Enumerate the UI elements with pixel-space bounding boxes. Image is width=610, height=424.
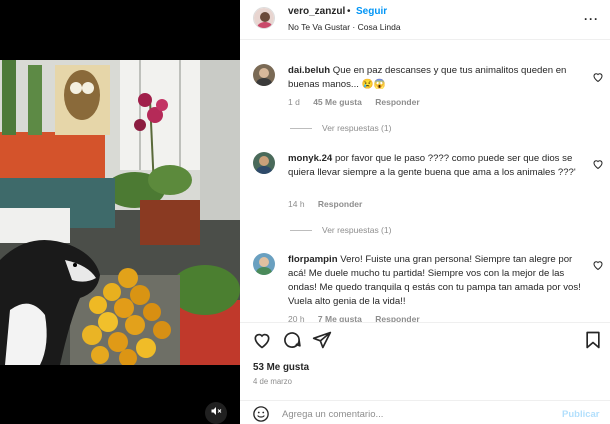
comment-like-icon[interactable]	[592, 157, 604, 170]
author-avatar[interactable]	[253, 7, 275, 29]
audio-track-link[interactable]: No Te Va Gustar · Cosa Linda	[288, 22, 401, 32]
post-date: 4 de marzo	[253, 377, 293, 386]
likes-count[interactable]: 53 Me gusta	[253, 362, 309, 373]
post-panel: vero_zanzul • Seguir No Te Va Gustar · C…	[240, 0, 610, 424]
publish-button[interactable]: Publicar	[562, 409, 600, 420]
video-frame-illustration	[0, 60, 240, 365]
comment-body: dai.beluh Que en paz descanses y que tus…	[288, 64, 588, 92]
mute-button[interactable]	[205, 402, 227, 424]
reply-button[interactable]: Responder	[318, 199, 362, 209]
commenter-username[interactable]: dai.beluh	[288, 65, 330, 76]
comment-meta: 14 h Responder	[288, 199, 373, 209]
speaker-muted-icon	[210, 404, 222, 422]
bookmark-icon[interactable]	[583, 330, 603, 350]
commenter-username[interactable]: monyk.24	[288, 153, 332, 164]
comment-body: monyk.24 por favor que le paso ???? como…	[288, 152, 588, 180]
comment-likes[interactable]: 7 Me gusta	[318, 314, 362, 322]
more-options-icon[interactable]: ···	[584, 12, 599, 26]
send-icon[interactable]	[312, 330, 332, 350]
comment-time: 14 h	[288, 199, 305, 209]
comment-meta: 1 d 45 Me gusta Responder	[288, 97, 431, 107]
comment-icon[interactable]	[282, 330, 302, 350]
comment-time: 1 d	[288, 97, 300, 107]
view-replies-button[interactable]: Ver respuestas (1)	[290, 123, 391, 133]
post-media[interactable]	[0, 0, 240, 424]
follow-button[interactable]: Seguir	[356, 6, 387, 17]
post-header: vero_zanzul • Seguir No Te Va Gustar · C…	[240, 0, 610, 40]
view-replies-label: Ver respuestas (1)	[322, 123, 392, 133]
comment-bar: Publicar	[240, 400, 610, 424]
view-replies-button[interactable]: Ver respuestas (1)	[290, 225, 391, 235]
comment-meta: 20 h 7 Me gusta Responder	[288, 314, 431, 322]
emoji-icon[interactable]	[252, 405, 270, 423]
comment-time: 20 h	[288, 314, 305, 322]
commenter-avatar[interactable]	[253, 64, 275, 86]
commenter-avatar[interactable]	[253, 253, 275, 275]
action-bar	[240, 322, 610, 356]
comment-text: Que en paz descanses y que tus animalito…	[288, 65, 567, 90]
comment-like-icon[interactable]	[592, 258, 604, 271]
comment-like-icon[interactable]	[592, 70, 604, 83]
comment-input[interactable]	[282, 406, 552, 422]
comment-text: por favor que le paso ???? como puede se…	[288, 153, 576, 178]
reply-button[interactable]: Responder	[375, 314, 419, 322]
replies-divider	[290, 127, 312, 129]
comment-likes[interactable]: 45 Me gusta	[313, 97, 362, 107]
comment-body: florpampin Vero! Fuiste una gran persona…	[288, 253, 588, 309]
replies-divider	[290, 229, 312, 231]
reply-button[interactable]: Responder	[375, 97, 419, 107]
heart-icon[interactable]	[252, 330, 272, 350]
commenter-avatar[interactable]	[253, 152, 275, 174]
view-replies-label: Ver respuestas (1)	[322, 225, 392, 235]
header-separator: •	[347, 6, 351, 17]
post-video[interactable]	[0, 60, 240, 365]
author-username[interactable]: vero_zanzul	[288, 6, 345, 17]
commenter-username[interactable]: florpampin	[288, 254, 338, 265]
